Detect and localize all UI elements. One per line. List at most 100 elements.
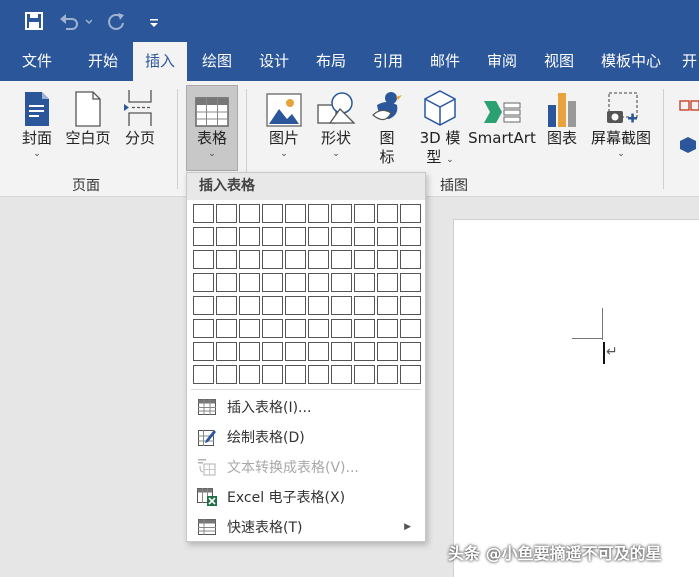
table-grid-cell[interactable] (377, 227, 398, 246)
table-grid-cell[interactable] (308, 319, 329, 338)
3d-models-button[interactable]: 3D 模 型 ⌄ (416, 87, 464, 167)
screenshot-button[interactable]: 屏幕截图 ⌄ (588, 87, 654, 160)
redo-icon[interactable] (106, 9, 126, 33)
table-grid-cell[interactable] (216, 227, 237, 246)
table-grid-cell[interactable] (216, 342, 237, 361)
table-grid-cell[interactable] (354, 204, 375, 223)
chart-button[interactable]: 图表 (543, 87, 581, 148)
table-grid-cell[interactable] (354, 365, 375, 384)
tab-mailings[interactable]: 邮件 (418, 42, 472, 81)
table-grid-cell[interactable] (239, 227, 260, 246)
table-grid-cell[interactable] (400, 319, 421, 338)
table-grid-cell[interactable] (377, 319, 398, 338)
blank-page-button[interactable]: 空白页 (62, 87, 114, 148)
table-grid-cell[interactable] (354, 342, 375, 361)
tab-references[interactable]: 引用 (361, 42, 415, 81)
draw-table-item[interactable]: 绘制表格(D) (187, 422, 425, 452)
table-grid-cell[interactable] (216, 273, 237, 292)
table-grid-cell[interactable] (308, 296, 329, 315)
table-grid-cell[interactable] (400, 342, 421, 361)
table-grid-cell[interactable] (354, 250, 375, 269)
table-grid-cell[interactable] (354, 227, 375, 246)
table-grid-cell[interactable] (262, 365, 283, 384)
table-grid-cell[interactable] (285, 296, 306, 315)
table-grid-cell[interactable] (216, 319, 237, 338)
cover-page-button[interactable]: 封面 ⌄ (16, 87, 58, 160)
table-grid-cell[interactable] (193, 365, 214, 384)
icons-button[interactable]: 图 标 (367, 87, 407, 167)
shapes-button[interactable]: 形状 ⌄ (313, 87, 359, 160)
table-grid-cell[interactable] (216, 365, 237, 384)
table-grid-cell[interactable] (193, 250, 214, 269)
table-grid-cell[interactable] (308, 204, 329, 223)
table-grid-cell[interactable] (285, 365, 306, 384)
table-grid-cell[interactable] (377, 296, 398, 315)
table-grid-cell[interactable] (400, 227, 421, 246)
table-grid-cell[interactable] (216, 250, 237, 269)
table-grid-cell[interactable] (331, 204, 352, 223)
table-grid-cell[interactable] (193, 296, 214, 315)
table-grid-cell[interactable] (239, 250, 260, 269)
tab-draw[interactable]: 绘图 (190, 42, 244, 81)
table-grid-cell[interactable] (400, 365, 421, 384)
table-grid-cell[interactable] (308, 273, 329, 292)
table-grid-cell[interactable] (193, 342, 214, 361)
table-grid-cell[interactable] (193, 319, 214, 338)
table-grid-cell[interactable] (262, 319, 283, 338)
table-grid-cell[interactable] (400, 296, 421, 315)
table-grid-cell[interactable] (308, 365, 329, 384)
table-grid-cell[interactable] (262, 204, 283, 223)
tab-home[interactable]: 开始 (76, 42, 130, 81)
table-grid-cell[interactable] (285, 227, 306, 246)
save-icon[interactable] (24, 9, 44, 33)
table-grid-cell[interactable] (354, 273, 375, 292)
table-grid-cell[interactable] (285, 204, 306, 223)
table-grid-cell[interactable] (262, 250, 283, 269)
table-grid-cell[interactable] (377, 273, 398, 292)
table-grid-cell[interactable] (239, 319, 260, 338)
table-grid-cell[interactable] (308, 250, 329, 269)
table-grid-cell[interactable] (193, 227, 214, 246)
tab-view[interactable]: 视图 (532, 42, 586, 81)
tab-template-center[interactable]: 模板中心 (594, 42, 668, 81)
tab-insert[interactable]: 插入 (133, 42, 187, 81)
table-grid-cell[interactable] (331, 319, 352, 338)
document-page[interactable]: ↵ (453, 219, 699, 577)
table-grid-cell[interactable] (377, 365, 398, 384)
smartart-button[interactable]: SmartArt (466, 87, 538, 148)
table-grid-cell[interactable] (308, 227, 329, 246)
table-grid-cell[interactable] (331, 296, 352, 315)
table-grid-cell[interactable] (216, 296, 237, 315)
table-button[interactable]: 表格 ⌄ (186, 87, 238, 160)
excel-spreadsheet-item[interactable]: Excel 电子表格(X) (187, 482, 425, 512)
table-grid-cell[interactable] (400, 250, 421, 269)
customize-icon[interactable] (148, 9, 160, 33)
tab-file[interactable]: 文件 (10, 42, 64, 81)
table-grid-cell[interactable] (331, 227, 352, 246)
table-grid-cell[interactable] (400, 273, 421, 292)
cubes-icon[interactable] (680, 135, 699, 159)
tab-review[interactable]: 审阅 (475, 42, 529, 81)
page-break-button[interactable]: 分页 (118, 87, 162, 148)
tab-design[interactable]: 设计 (247, 42, 301, 81)
addin-icon[interactable] (678, 99, 699, 123)
table-grid-cell[interactable] (193, 273, 214, 292)
undo-icon[interactable] (58, 9, 92, 33)
tab-overflow[interactable]: 开 (682, 42, 699, 81)
table-grid-cell[interactable] (239, 204, 260, 223)
table-grid-cell[interactable] (308, 342, 329, 361)
table-grid-cell[interactable] (262, 273, 283, 292)
quick-tables-item[interactable]: 快速表格(T) ▶ (187, 512, 425, 542)
table-grid-cell[interactable] (239, 296, 260, 315)
table-grid-cell[interactable] (239, 273, 260, 292)
table-grid-cell[interactable] (331, 365, 352, 384)
table-grid-cell[interactable] (331, 342, 352, 361)
table-grid-cell[interactable] (216, 204, 237, 223)
table-grid-cell[interactable] (285, 273, 306, 292)
table-grid-cell[interactable] (262, 227, 283, 246)
table-grid-cell[interactable] (331, 250, 352, 269)
table-grid-cell[interactable] (377, 250, 398, 269)
table-grid-cell[interactable] (377, 342, 398, 361)
picture-button[interactable]: 图片 ⌄ (262, 87, 306, 160)
table-grid-cell[interactable] (331, 273, 352, 292)
